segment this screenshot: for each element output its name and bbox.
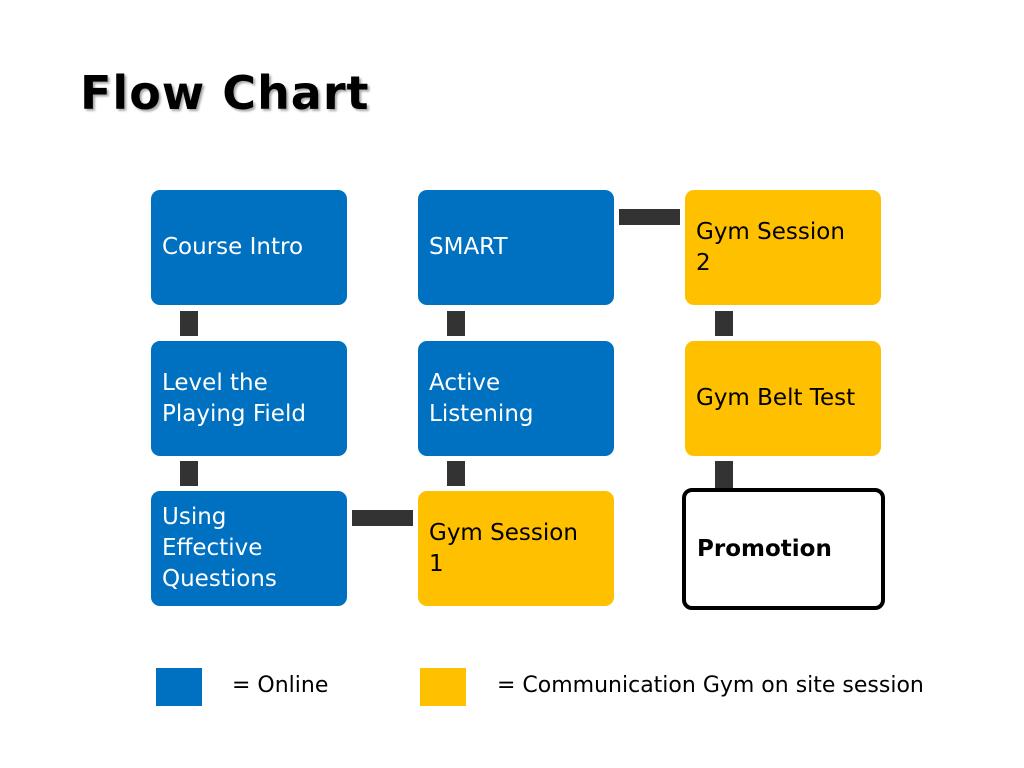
node-using-effective-questions: Using Effective Questions — [151, 491, 347, 606]
node-active-listening: Active Listening — [418, 341, 614, 456]
node-course-intro: Course Intro — [151, 190, 347, 305]
node-level-the-playing-field: Level the Playing Field — [151, 341, 347, 456]
connector-gym2-to-belt-test — [715, 311, 733, 336]
legend-label-online: = Online — [232, 673, 329, 698]
node-label: Using Effective Questions — [162, 504, 277, 592]
connector-smart-to-gym2 — [619, 209, 680, 225]
node-gym-session-2: Gym Session 2 — [685, 190, 881, 305]
node-label: Gym Session 2 — [696, 218, 845, 276]
connector-belt-test-to-promotion — [715, 461, 733, 488]
page-title: Flow Chart — [80, 66, 370, 120]
node-label: Gym Belt Test — [696, 385, 856, 411]
legend-swatch-gym — [420, 668, 466, 706]
node-label: Level the Playing Field — [162, 369, 306, 427]
connector-gym1-to-active-listening — [447, 461, 465, 486]
node-promotion: Promotion — [682, 488, 885, 610]
connector-course-intro-to-level — [180, 311, 198, 336]
node-label: Course Intro — [162, 234, 304, 260]
connector-questions-to-gym1 — [352, 510, 413, 526]
node-label: SMART — [429, 234, 508, 260]
node-smart: SMART — [418, 190, 614, 305]
node-label: Gym Session 1 — [429, 519, 578, 577]
node-label: Active Listening — [429, 369, 534, 427]
node-gym-belt-test: Gym Belt Test — [685, 341, 881, 456]
connector-level-to-questions — [180, 461, 198, 486]
legend-label-gym: = Communication Gym on site session — [497, 673, 924, 698]
connector-active-listening-to-smart — [447, 311, 465, 336]
node-gym-session-1: Gym Session 1 — [418, 491, 614, 606]
node-label: Promotion — [697, 535, 832, 562]
legend-swatch-online — [156, 668, 202, 706]
